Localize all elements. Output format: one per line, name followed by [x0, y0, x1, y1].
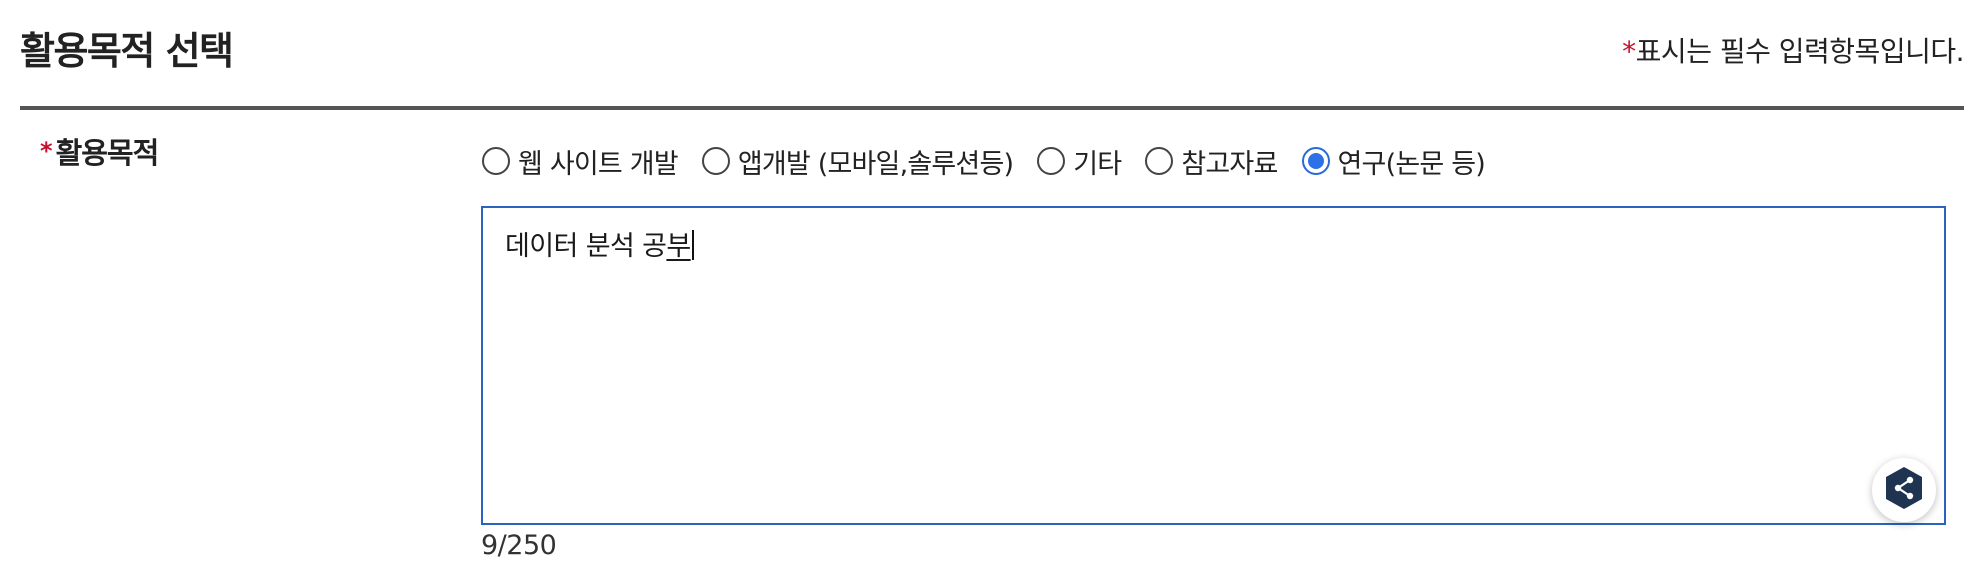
- radio-option-app[interactable]: 앱개발 (모바일,솔루션등): [701, 142, 1014, 181]
- radio-option-etc[interactable]: 기타: [1037, 142, 1122, 181]
- section-header: 활용목적 선택 *표시는 필수 입력항목입니다.: [20, 18, 1965, 78]
- floating-share-widget[interactable]: [1872, 458, 1936, 522]
- radio-label: 웹 사이트 개발: [518, 148, 679, 180]
- radio-button[interactable]: [1145, 147, 1174, 175]
- required-star: *: [1622, 35, 1636, 68]
- required-note: *표시는 필수 입력항목입니다.: [1622, 30, 1964, 70]
- required-star: *: [40, 137, 53, 165]
- radio-button[interactable]: [482, 147, 510, 175]
- text-caret: [691, 230, 694, 260]
- radio-option-reference[interactable]: 참고자료: [1145, 142, 1278, 181]
- section-divider: [20, 106, 1964, 110]
- radio-label: 기타: [1073, 148, 1122, 180]
- radio-label: 앱개발 (모바일,솔루션등): [737, 148, 1014, 180]
- purpose-radio-group: 웹 사이트 개발 앱개발 (모바일,솔루션등) 기타 참고자료 연구(논문 등): [482, 142, 1509, 180]
- radio-label: 참고자료: [1181, 148, 1278, 180]
- section-title: 활용목적 선택: [20, 29, 234, 73]
- radio-button[interactable]: [1037, 147, 1066, 175]
- share-nodes-icon: [1883, 465, 1925, 515]
- char-counter: 9/250: [481, 530, 557, 561]
- radio-option-website[interactable]: 웹 사이트 개발: [482, 142, 679, 181]
- radio-label: 연구(논문 등): [1337, 148, 1486, 180]
- textarea-committed-text: 데이터 분석 공: [505, 231, 667, 262]
- radio-button[interactable]: [701, 147, 730, 175]
- textarea-composing-text: 부: [666, 231, 691, 262]
- radio-button-selected[interactable]: [1301, 147, 1330, 175]
- purpose-textarea[interactable]: 데이터 분석 공부: [481, 206, 1946, 525]
- required-note-text: 표시는 필수 입력항목입니다.: [1635, 35, 1965, 68]
- textarea-value: 데이터 분석 공부: [505, 224, 694, 263]
- purpose-field-label: * 활용목적: [40, 130, 160, 172]
- radio-option-research[interactable]: 연구(논문 등): [1301, 142, 1486, 181]
- purpose-label-text: 활용목적: [55, 136, 160, 170]
